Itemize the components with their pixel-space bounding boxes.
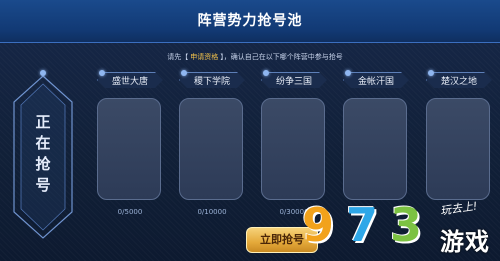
faction-count: 0/5000: [117, 208, 143, 216]
notice-prefix: 请先: [167, 53, 182, 61]
faction-card[interactable]: 稷下学院 0/10000: [179, 70, 245, 230]
watermark-digit: 7: [346, 198, 379, 252]
watermark-digit: 9: [302, 198, 335, 252]
faction-name: 盛世大唐: [111, 77, 148, 87]
notice-suffix: ，确认自己在以下哪个阵营中参与抢号: [223, 53, 343, 61]
watermark-slogan: 玩去上!: [439, 199, 479, 218]
faction-panel[interactable]: [97, 98, 161, 200]
faction-name: 稷下学院: [193, 77, 230, 87]
page-title: 阵营势力抢号池: [197, 13, 303, 29]
status-banner-label: 正在抢号: [35, 113, 51, 194]
title-bar: 阵营势力抢号池: [0, 0, 500, 43]
watermark-name: 游戏: [440, 228, 490, 256]
decor-dot-icon: [40, 70, 46, 76]
decor-dot-icon: [345, 70, 351, 76]
watermark-digit: 3: [390, 198, 423, 252]
status-banner: 正在抢号: [10, 72, 76, 242]
faction-name: 楚汉之地: [440, 77, 477, 87]
apply-qualification-link[interactable]: 申请资格: [190, 53, 218, 61]
faction-panel[interactable]: [261, 98, 325, 200]
faction-name: 纷争三国: [275, 77, 312, 87]
faction-panel[interactable]: [179, 98, 243, 200]
faction-name: 金帐汗国: [357, 77, 394, 87]
faction-panel[interactable]: [343, 98, 407, 200]
decor-dot-icon: [99, 70, 105, 76]
decor-dot-icon: [428, 70, 434, 76]
site-watermark: 9 7 3 玩去上! 游戏: [300, 196, 500, 261]
decor-dot-icon: [181, 70, 187, 76]
faction-card[interactable]: 盛世大唐 0/5000: [97, 70, 163, 230]
game-screen: 阵营势力抢号池 请先【 申请资格 】，确认自己在以下哪个阵营中参与抢号 正在抢号 盛…: [0, 0, 500, 261]
faction-count: 0/10000: [197, 208, 227, 216]
decor-dot-icon: [263, 70, 269, 76]
notice-text: 请先【 申请资格 】，确认自己在以下哪个阵营中参与抢号: [167, 53, 343, 61]
faction-panel[interactable]: [426, 98, 490, 200]
